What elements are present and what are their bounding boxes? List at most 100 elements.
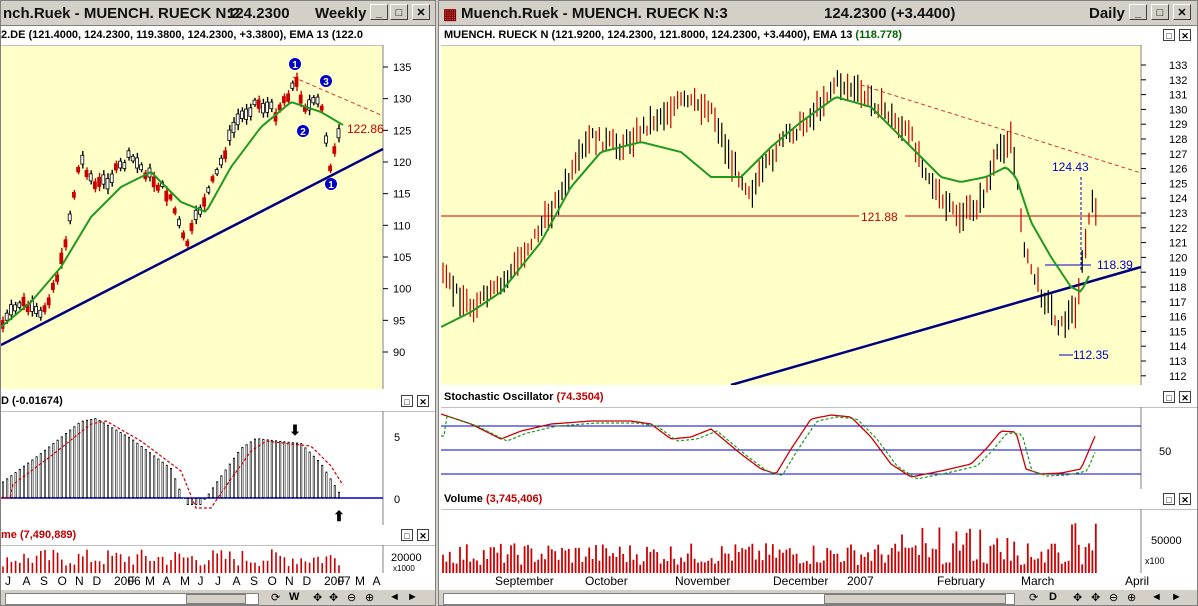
wave-3-label: 3: [323, 77, 329, 88]
date-axis-label: A: [233, 574, 241, 588]
right-date-axis: September October November December 2007 Febr…: [441, 573, 1197, 589]
price-bar-body: [139, 164, 144, 171]
stochastic-chart: 50: [441, 407, 1171, 489]
price-tick-label: 112: [1169, 371, 1187, 383]
price-bar-body: [332, 146, 337, 154]
date-axis-label: M: [355, 574, 365, 588]
price-bar-body: [63, 239, 68, 248]
right-volume-pane[interactable]: Volume (3,745,406) □ ✕ 50000 x100: [441, 491, 1197, 573]
price-bar-body: [76, 166, 80, 173]
price-bar-body: [231, 121, 236, 134]
date-axis-label: M: [145, 574, 155, 588]
price-tick-label: 115: [393, 189, 411, 201]
right-volume-scale: x100: [1145, 556, 1165, 566]
price-bar-body: [239, 110, 244, 119]
scroll-left-icon[interactable]: ◄: [389, 591, 400, 603]
date-axis-label: J: [215, 574, 221, 588]
price-bar-body: [286, 93, 291, 102]
price-bar-body: [164, 190, 169, 202]
date-axis-label: A: [163, 574, 171, 588]
scroll-left-icon[interactable]: ◄: [1151, 591, 1162, 603]
left-title-bar[interactable]: nch.Ruek - MUENCH. RUECK N:2 124.2300 We…: [1, 1, 435, 26]
date-axis-label: D: [303, 574, 312, 588]
price-bar-body: [235, 113, 240, 126]
close-button[interactable]: ✕: [412, 4, 430, 20]
price-bar-body: [176, 218, 181, 226]
date-axis-label: February: [937, 574, 985, 588]
right-price-chart: 133 132 131 130 129 128 127 126 125 124 123 122 121 1…: [441, 45, 1197, 385]
right-chart-window: ▦ Muench.Ruek - MUENCH. RUECK N:3 124.23…: [438, 0, 1198, 606]
right-title-bar[interactable]: ▦ Muench.Ruek - MUENCH. RUECK N:3 124.23…: [439, 1, 1197, 26]
price-bar-body: [315, 96, 320, 105]
right-volume-tick: 50000: [1151, 535, 1182, 547]
refresh-icon[interactable]: ⟳: [1029, 591, 1038, 604]
zoom-in-icon[interactable]: ⊕: [365, 591, 374, 604]
price-tick-label: 118: [1169, 282, 1187, 294]
price-bar-body: [214, 169, 219, 175]
price-bar-body: [336, 128, 341, 139]
zoom-out-icon[interactable]: ⊖: [1109, 591, 1118, 604]
price-tick-label: 126: [1169, 164, 1187, 176]
price-bar-body: [319, 105, 324, 111]
minimize-button[interactable]: _: [1129, 4, 1147, 20]
scroll-right-icon[interactable]: ►: [407, 591, 418, 603]
price-bar-body: [269, 101, 274, 110]
date-axis-label: D: [93, 574, 102, 588]
left-status-bar: ⟳ W ✥ ✥ ⊖ ⊕ ◄ ►: [1, 589, 435, 605]
left-macd-pane[interactable]: D (-0.01674) □ ✕ 5 0 ⬇ ⬆: [1, 393, 435, 525]
price-tick-label: 131: [1169, 90, 1187, 102]
date-axis-label: September: [495, 574, 554, 588]
pan-icon[interactable]: ✥: [1073, 591, 1082, 604]
left-volume-pane[interactable]: me (7,490,889) □ ✕ 20000 x1000: [1, 527, 435, 573]
date-axis-label: December: [773, 574, 828, 588]
right-stochastic-pane[interactable]: Stochastic Oscillator (74.3504) □ ✕ 50: [441, 389, 1197, 489]
left-level-label: 122.86: [347, 122, 384, 136]
left-scroll-thumb[interactable]: [186, 594, 246, 604]
price-bar-body: [72, 191, 76, 198]
right-scrollbar[interactable]: [443, 593, 1015, 605]
price-tick-label: 124: [1169, 193, 1187, 205]
right-level-label: 121.88: [861, 210, 898, 224]
price-bar-body: [51, 282, 55, 291]
left-price-pane[interactable]: 2.DE (121.4000, 124.2300, 119.3800, 124.…: [1, 27, 435, 389]
scroll-right-icon[interactable]: ►: [1171, 591, 1182, 603]
zoom-in-icon[interactable]: ⊕: [1127, 591, 1136, 604]
price-tick-label: 120: [1169, 252, 1187, 264]
date-axis-label: F: [128, 574, 135, 588]
period-weekly-button[interactable]: W: [289, 591, 299, 603]
price-bar-body: [328, 165, 333, 172]
left-macd-chart: 5 0 ⬇ ⬆: [1, 411, 400, 525]
move-icon[interactable]: ✥: [329, 591, 338, 604]
left-volume-tick: 20000: [391, 552, 422, 564]
maximize-button[interactable]: □: [1151, 4, 1169, 20]
right-target-label: 124.43: [1052, 160, 1089, 174]
price-tick-label: 114: [1169, 341, 1187, 353]
price-bar-body: [294, 76, 299, 87]
price-bar-body: [88, 173, 93, 182]
right-low-label: 112.35: [1073, 348, 1109, 362]
pan-icon[interactable]: ✥: [313, 591, 322, 604]
down-arrow-icon: ⬇: [289, 422, 301, 438]
zoom-out-icon[interactable]: ⊖: [347, 591, 356, 604]
price-bar-body: [134, 157, 139, 169]
period-daily-button[interactable]: D: [1049, 591, 1057, 603]
close-button[interactable]: ✕: [1173, 4, 1191, 20]
right-scroll-thumb[interactable]: [824, 594, 1006, 604]
right-mid-label: 118.39: [1097, 258, 1133, 272]
date-axis-label: J: [198, 574, 204, 588]
macd-tick-5: 5: [394, 432, 400, 444]
price-bar-body: [189, 223, 194, 232]
left-ema-line: [1, 101, 344, 328]
date-axis-label: S: [250, 574, 258, 588]
price-bar-body: [172, 208, 177, 214]
refresh-icon[interactable]: ⟳: [271, 591, 280, 604]
date-axis-label: 2007: [847, 574, 874, 588]
move-icon[interactable]: ✥: [1091, 591, 1100, 604]
right-price-pane[interactable]: MUENCH. RUECK N (121.9200, 124.2300, 121…: [441, 27, 1197, 385]
maximize-button[interactable]: □: [390, 4, 408, 20]
price-bar-body: [168, 194, 173, 200]
minimize-button[interactable]: _: [370, 4, 388, 20]
left-scrollbar[interactable]: [5, 593, 259, 605]
left-window-price: 124.2300: [227, 5, 290, 22]
wave-1-bottom-label: 1: [328, 180, 334, 191]
